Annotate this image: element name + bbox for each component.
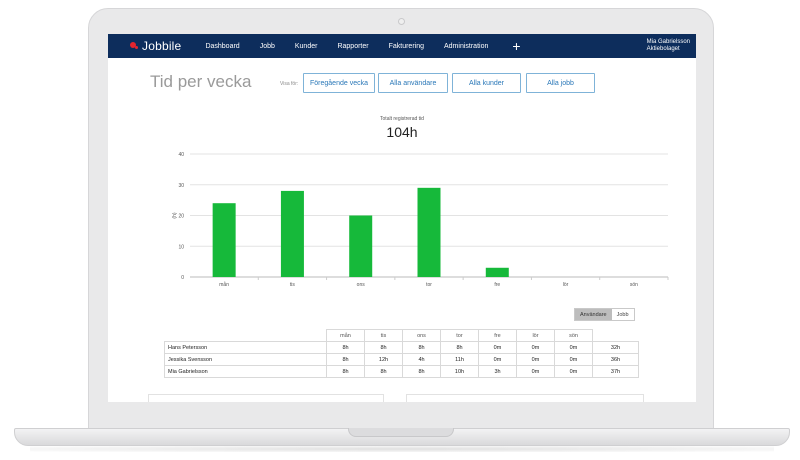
table-header-total [592,329,639,342]
row-cell: 10h [440,365,479,378]
laptop-mockup: Jobbile Dashboard Jobb Kunder Rapporter … [0,0,800,460]
row-total: 32h [592,341,639,354]
row-cell: 8h [326,341,365,354]
row-cell: 0m [516,365,555,378]
total-time-label: Totalt registrerad tid [380,116,424,122]
row-cell: 0m [554,353,593,366]
bar-2 [349,215,373,277]
row-cell: 8h [402,341,441,354]
logo-dots-icon [130,41,139,51]
filter-week-button[interactable]: Föregående vecka [303,73,375,93]
bar-3 [417,187,441,277]
row-name: Jessika Svensson [164,353,327,366]
page-title: Tid per vecka [150,72,252,91]
user-name: Mia Gabrielsson [646,39,690,45]
add-plus-icon[interactable]: + [512,39,520,53]
row-cell: 0m [554,365,593,378]
top-navbar: Jobbile Dashboard Jobb Kunder Rapporter … [108,34,696,58]
nav-item-jobb[interactable]: Jobb [260,43,275,50]
row-cell: 8h [440,341,479,354]
bar-1 [280,190,304,277]
row-name: Hans Petersson [164,341,327,354]
y-axis-label: (h) [172,212,178,218]
table-header-row: mån tis ons tor fre lör sön [164,329,639,342]
y-tick-label: 0 [181,275,184,281]
nav-item-administration[interactable]: Administration [444,43,488,50]
x-tick-label: lör [563,282,569,288]
bar-0 [212,203,236,277]
row-cell: 4h [402,353,441,366]
nav-item-dashboard[interactable]: Dashboard [205,43,239,50]
row-cell: 8h [402,365,441,378]
row-cell: 0m [516,341,555,354]
y-tick-label: 20 [178,214,184,220]
table-header-empty [164,329,327,342]
nav-item-fakturering[interactable]: Fakturering [389,43,424,50]
row-cell: 0m [516,353,555,366]
logo-text: Jobbile [142,39,182,53]
table-header-day: sön [554,329,593,342]
user-company: Aktiebolaget [646,46,680,52]
row-cell: 0m [554,341,593,354]
toggle-users-button[interactable]: Användare [575,309,612,320]
x-tick-label: mån [219,281,229,288]
x-tick-label: sön [630,282,638,288]
nav-item-rapporter[interactable]: Rapporter [337,43,368,50]
row-cell: 3h [478,365,517,378]
bar-4 [485,267,509,277]
user-menu[interactable]: Mia Gabrielsson Aktiebolaget [647,39,690,53]
view-toggle: Användare Jobb [574,308,635,321]
x-tick-label: tis [290,282,296,288]
x-tick-label: fre [494,282,500,288]
row-cell: 12h [364,353,403,366]
page-header: Tid per vecka Visa för: Föregående vecka… [108,58,696,104]
filter-customers-button[interactable]: Alla kunder [452,73,521,93]
filter-label: Visa för: [280,81,299,87]
table-header-day: ons [402,329,441,342]
table-header-day: fre [478,329,517,342]
laptop-shadow [30,446,774,452]
row-cell: 0m [478,353,517,366]
table-header-day: tor [440,329,479,342]
table-row[interactable]: Mia Gabrielsson 8h 8h 8h 10h 3h 0m 0m 37… [164,365,639,378]
row-cell: 0m [478,341,517,354]
app-logo[interactable]: Jobbile [130,39,181,53]
row-total: 37h [592,365,639,378]
nav-item-kunder[interactable]: Kunder [295,43,318,50]
laptop-notch [348,428,454,437]
bottom-panel-right [406,394,644,402]
row-cell: 8h [326,365,365,378]
toggle-jobs-button[interactable]: Jobb [612,309,634,320]
app-screen: Jobbile Dashboard Jobb Kunder Rapporter … [108,34,696,402]
total-time-value: 104h [386,124,418,140]
row-cell: 11h [440,353,479,366]
bottom-panel-left [148,394,384,402]
time-table: mån tis ons tor fre lör sön Hans Peterss… [164,329,639,378]
y-tick-label: 30 [178,183,184,189]
x-tick-label: tor [426,282,432,288]
table-header-day: lör [516,329,555,342]
weekly-hours-bar-chart: 0 10 20 30 40 (h) mån tis ons tor fre lör sön [172,152,669,288]
table-header-day: mån [326,329,365,342]
camera-icon [398,18,405,25]
row-cell: 8h [326,353,365,366]
y-tick-label: 10 [178,244,184,250]
filter-jobs-button[interactable]: Alla jobb [526,73,595,93]
row-name: Mia Gabrielsson [164,365,327,378]
x-tick-label: ons [357,282,366,288]
filter-users-button[interactable]: Alla användare [378,73,448,93]
table-row[interactable]: Jessika Svensson 8h 12h 4h 11h 0m 0m 0m … [164,353,639,366]
table-row[interactable]: Hans Petersson 8h 8h 8h 8h 0m 0m 0m 32h [164,341,639,354]
row-cell: 8h [364,365,403,378]
row-cell: 8h [364,341,403,354]
table-header-day: tis [364,329,403,342]
y-tick-label: 40 [178,152,184,158]
row-total: 36h [592,353,639,366]
